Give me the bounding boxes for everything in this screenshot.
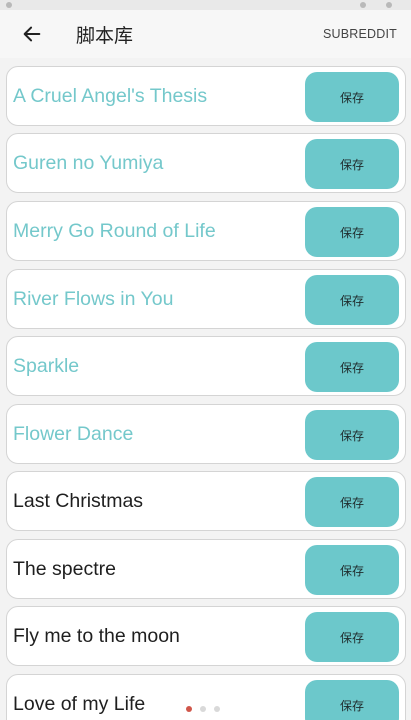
- list-item[interactable]: Merry Go Round of Life 保存: [6, 201, 406, 261]
- save-button[interactable]: 保存: [305, 680, 399, 720]
- save-button[interactable]: 保存: [305, 72, 399, 122]
- subreddit-button[interactable]: SUBREDDIT: [323, 27, 397, 41]
- save-button[interactable]: 保存: [305, 275, 399, 325]
- script-title: A Cruel Angel's Thesis: [13, 84, 208, 107]
- arrow-left-icon: [23, 26, 41, 42]
- list-item[interactable]: Flower Dance 保存: [6, 404, 406, 464]
- list-item[interactable]: Guren no Yumiya 保存: [6, 133, 406, 193]
- page-indicator: [186, 706, 220, 712]
- script-title: Love of my Life: [13, 692, 146, 715]
- list-item[interactable]: River Flows in You 保存: [6, 269, 406, 329]
- save-button[interactable]: 保存: [305, 410, 399, 460]
- save-button[interactable]: 保存: [305, 342, 399, 392]
- page-dot: [214, 706, 220, 712]
- list-item[interactable]: Last Christmas 保存: [6, 471, 406, 531]
- script-title: Sparkle: [13, 354, 80, 377]
- page-dot-active: [186, 706, 192, 712]
- save-button[interactable]: 保存: [305, 545, 399, 595]
- app-bar: 脚本库 SUBREDDIT: [0, 10, 411, 58]
- status-bar: [0, 0, 411, 10]
- list-item[interactable]: Love of my Life 保存: [6, 674, 406, 720]
- script-title: The spectre: [13, 557, 116, 580]
- script-list[interactable]: A Cruel Angel's Thesis 保存 Guren no Yumiy…: [0, 58, 411, 720]
- script-title: Merry Go Round of Life: [13, 219, 216, 242]
- save-button[interactable]: 保存: [305, 139, 399, 189]
- save-button[interactable]: 保存: [305, 477, 399, 527]
- list-item[interactable]: The spectre 保存: [6, 539, 406, 599]
- status-icon: [386, 2, 392, 8]
- script-title: Last Christmas: [13, 489, 144, 512]
- script-title: Fly me to the moon: [13, 624, 180, 647]
- save-button[interactable]: 保存: [305, 612, 399, 662]
- list-item[interactable]: Fly me to the moon 保存: [6, 606, 406, 666]
- script-title: River Flows in You: [13, 287, 174, 310]
- list-item[interactable]: A Cruel Angel's Thesis 保存: [6, 66, 406, 126]
- save-button[interactable]: 保存: [305, 207, 399, 257]
- page-title: 脚本库: [76, 24, 134, 47]
- status-icon: [360, 2, 366, 8]
- page-dot: [200, 706, 206, 712]
- script-title: Guren no Yumiya: [13, 151, 164, 174]
- status-icon: [6, 2, 12, 8]
- list-item[interactable]: Sparkle 保存: [6, 336, 406, 396]
- back-button[interactable]: [10, 12, 54, 56]
- script-title: Flower Dance: [13, 422, 134, 445]
